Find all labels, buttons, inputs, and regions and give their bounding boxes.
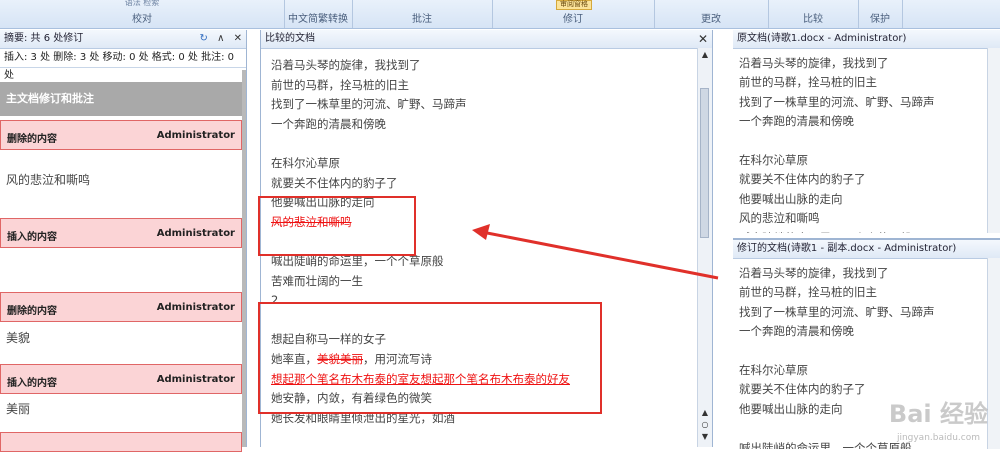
- summary-scrollbar[interactable]: [242, 70, 246, 447]
- document-line[interactable]: 一个奔跑的清晨和傍晚: [271, 115, 692, 135]
- ribbon-group-label: 修订: [563, 14, 583, 25]
- document-line[interactable]: 找到了一株草里的河流、旷野、马蹄声: [739, 93, 935, 112]
- ribbon-group-label: 批注: [412, 14, 432, 25]
- revision-item-inserted[interactable]: 插入的内容 Administrator: [0, 218, 242, 248]
- next-page-icon[interactable]: ▼: [700, 432, 710, 441]
- document-line[interactable]: 喊出陡峭的命运里，一个个草原般: [739, 229, 935, 233]
- original-document-pane: 原文档(诗歌1.docx - Administrator) 沿着马头琴的旋律，我…: [733, 30, 1000, 233]
- refresh-icon[interactable]: ↻: [200, 33, 208, 44]
- close-icon[interactable]: ✕: [698, 30, 708, 48]
- ribbon: 语法 检索 校对 中文简繁转换 批注 审阅窗格 修订 更改 比较 保护: [0, 0, 1000, 29]
- original-document-header: 原文档(诗歌1.docx - Administrator): [733, 30, 1000, 49]
- revision-author: Administrator: [156, 228, 235, 239]
- annotation-arrow: [472, 224, 719, 280]
- annotation-box-changes: [258, 302, 602, 414]
- document-line[interactable]: 风的悲泣和嘶鸣: [739, 209, 935, 228]
- document-line[interactable]: 就要关不住体内的豹子了: [739, 170, 935, 189]
- reviewing-pane: 摘要: 共 6 处修订 ↻ ∧ ✕ 插入: 3 处 删除: 3 处 移动: 0 …: [0, 30, 247, 452]
- ribbon-group-label: 更改: [701, 14, 721, 25]
- revised-document-header: 修订的文档(诗歌1 - 副本.docx - Administrator): [733, 240, 1000, 259]
- document-line[interactable]: 在科尔沁草原: [271, 154, 692, 174]
- document-line[interactable]: 沿着马头琴的旋律，我找到了: [739, 54, 935, 73]
- watermark-url: jingyan.baidu.com: [896, 433, 980, 443]
- document-line[interactable]: 沿着马头琴的旋律，我找到了: [271, 56, 692, 76]
- document-line[interactable]: 前世的马群，拴马桩的旧主: [739, 73, 935, 92]
- ribbon-group-tracking: 审阅窗格 修订: [492, 0, 655, 28]
- revision-item-inserted[interactable]: 插入的内容 Administrator: [0, 364, 242, 394]
- document-line[interactable]: 前世的马群，拴马桩的旧主: [739, 283, 935, 302]
- compared-document-title: 比较的文档: [265, 33, 315, 44]
- scroll-up-icon[interactable]: ▲: [700, 50, 710, 59]
- document-line[interactable]: 在科尔沁草原: [739, 361, 935, 380]
- original-document-title: 原文档(诗歌1.docx - Administrator): [737, 33, 907, 44]
- main-document-revisions-title: 主文档修订和批注: [0, 82, 242, 116]
- revision-item-deleted[interactable]: 删除的内容 Administrator: [0, 120, 242, 150]
- revision-author: Administrator: [156, 374, 235, 385]
- revision-type: 删除的内容: [7, 306, 57, 317]
- ribbon-group-label: 中文简繁转换: [288, 14, 348, 25]
- revision-type: 删除的内容: [7, 134, 57, 145]
- revised-document-title: 修订的文档(诗歌1 - 副本.docx - Administrator): [737, 243, 957, 254]
- ribbon-group-changes: 更改: [654, 0, 769, 28]
- revision-type: 插入的内容: [7, 378, 57, 389]
- compared-document-header: 比较的文档 ✕: [261, 30, 712, 49]
- collapse-icon[interactable]: ∧: [217, 33, 224, 44]
- watermark-logo: Bai 经验: [888, 400, 988, 428]
- revision-content[interactable]: 风的悲泣和嘶鸣: [6, 171, 90, 188]
- ribbon-group-compare: 比较: [768, 0, 859, 28]
- document-line[interactable]: 在科尔沁草原: [739, 151, 935, 170]
- original-document-scrollbar[interactable]: [987, 48, 1000, 233]
- ribbon-group-protect: 保护: [858, 0, 903, 28]
- document-line[interactable]: 一个奔跑的清晨和傍晚: [739, 112, 935, 131]
- document-line[interactable]: 沿着马头琴的旋律，我找到了: [739, 264, 935, 283]
- ribbon-group-label: 校对: [132, 14, 152, 25]
- revision-stats: 插入: 3 处 删除: 3 处 移动: 0 处 格式: 0 处 批注: 0 处: [0, 49, 246, 81]
- ribbon-group-label: 保护: [870, 14, 890, 25]
- document-line[interactable]: 前世的马群，拴马桩的旧主: [271, 76, 692, 96]
- document-line[interactable]: 找到了一株草里的河流、旷野、马蹄声: [739, 303, 935, 322]
- source-documents-pane: 原文档(诗歌1.docx - Administrator) 沿着马头琴的旋律，我…: [733, 30, 1000, 449]
- prev-page-icon[interactable]: ▲: [700, 408, 710, 417]
- revision-author: Administrator: [156, 302, 235, 313]
- revision-item-deleted[interactable]: 删除的内容 Administrator: [0, 292, 242, 322]
- summary-title: 摘要: 共 6 处修订: [4, 33, 84, 44]
- revision-content[interactable]: 美貌: [6, 329, 30, 346]
- revision-type: 插入的内容: [7, 232, 57, 243]
- revision-content[interactable]: 美丽: [6, 400, 30, 417]
- document-line[interactable]: [739, 132, 935, 151]
- revised-document-scrollbar[interactable]: [987, 258, 1000, 449]
- document-line[interactable]: [271, 134, 692, 154]
- document-line[interactable]: 一个奔跑的清晨和傍晚: [739, 322, 935, 341]
- browse-object-icon[interactable]: ○: [700, 420, 710, 429]
- ribbon-group-label: 比较: [803, 14, 823, 25]
- summary-header: 摘要: 共 6 处修订 ↻ ∧ ✕: [0, 30, 246, 49]
- ribbon-group-chinese-conversion: 中文简繁转换: [284, 0, 353, 28]
- document-line[interactable]: [739, 342, 935, 361]
- ribbon-group-comments: 批注: [352, 0, 493, 28]
- scroll-thumb[interactable]: [700, 88, 709, 238]
- document-line[interactable]: 他要喊出山脉的走向: [739, 190, 935, 209]
- reviewing-pane-button[interactable]: 审阅窗格: [556, 0, 592, 10]
- close-icon[interactable]: ✕: [234, 33, 242, 44]
- document-line[interactable]: 找到了一株草里的河流、旷野、马蹄声: [271, 95, 692, 115]
- original-document-body[interactable]: 沿着马头琴的旋律，我找到了 前世的马群，拴马桩的旧主 找到了一株草里的河流、旷野、马…: [739, 54, 935, 233]
- revision-author: Administrator: [156, 130, 235, 141]
- revision-item-partial[interactable]: [0, 432, 242, 452]
- document-line[interactable]: 就要关不住体内的豹子了: [271, 174, 692, 194]
- annotation-box-deletion: [258, 196, 416, 256]
- ribbon-group-proofing: 语法 检索 校对: [0, 0, 285, 28]
